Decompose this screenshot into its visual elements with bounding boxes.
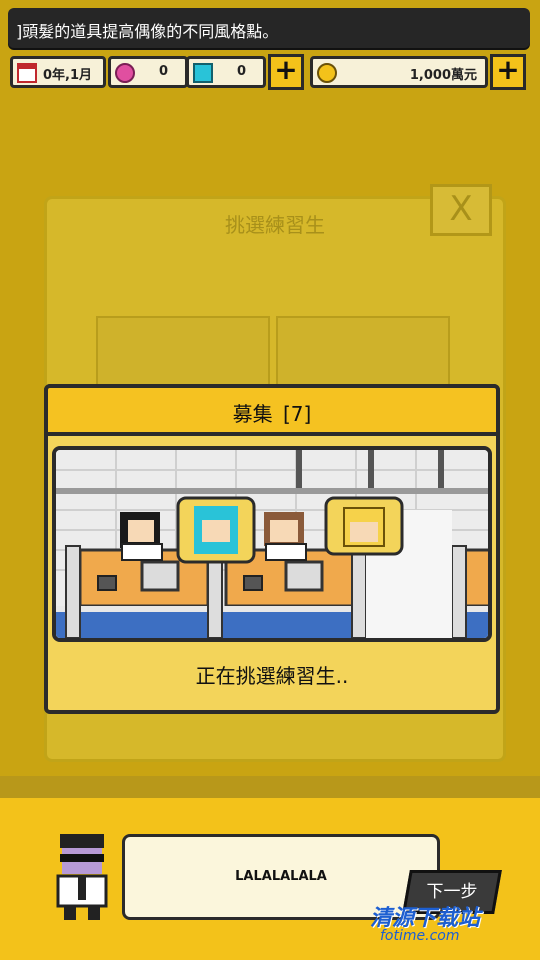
watermark-sub: fotime.com bbox=[380, 928, 460, 944]
trainee-option-a bbox=[96, 316, 270, 390]
blue-gem-counter: 0 bbox=[186, 56, 266, 88]
ticker-text: ]頭髮的道具提高偶像的不同風格點。 bbox=[16, 22, 279, 41]
date-display: 0年,1月 bbox=[10, 56, 106, 88]
office-scene bbox=[52, 446, 492, 642]
trainee-1 bbox=[120, 512, 163, 561]
blue-gem-count: 0 bbox=[237, 64, 247, 79]
add-gems-button[interactable]: + bbox=[268, 54, 304, 90]
trainee-option-b bbox=[276, 316, 450, 390]
news-ticker: ]頭髮的道具提高偶像的不同風格點。 bbox=[8, 8, 530, 48]
date-label: 0年,1月 bbox=[43, 68, 93, 83]
pink-gem-count: 0 bbox=[159, 64, 169, 79]
pink-gem-icon bbox=[115, 63, 135, 83]
bottom-strip bbox=[0, 776, 540, 798]
modal-count: [7] bbox=[283, 402, 312, 426]
close-button[interactable]: X bbox=[430, 184, 492, 236]
trainee-2 bbox=[264, 512, 307, 561]
office-scene-art bbox=[56, 450, 488, 638]
manager-avatar bbox=[56, 834, 108, 920]
money-display: 1,000萬元 bbox=[310, 56, 488, 88]
modal-title-text: 募集 bbox=[232, 402, 273, 426]
add-money-button[interactable]: + bbox=[490, 54, 526, 90]
blue-gem-icon bbox=[193, 63, 213, 83]
dialog-text: LALALALALA bbox=[235, 869, 327, 884]
status-text: 正在挑選練習生.. bbox=[195, 664, 349, 688]
close-icon: X bbox=[449, 189, 473, 229]
calendar-icon bbox=[17, 63, 37, 83]
coin-icon bbox=[317, 63, 337, 83]
modal-title: 募集 [7] bbox=[48, 398, 496, 427]
recruit-modal-header: 募集 [7] bbox=[44, 384, 500, 436]
pink-gem-counter: 0 bbox=[108, 56, 188, 88]
money-amount: 1,000萬元 bbox=[409, 68, 477, 83]
candidate-bubble-teal bbox=[176, 496, 256, 564]
candidate-bubble-blonde bbox=[324, 496, 404, 556]
